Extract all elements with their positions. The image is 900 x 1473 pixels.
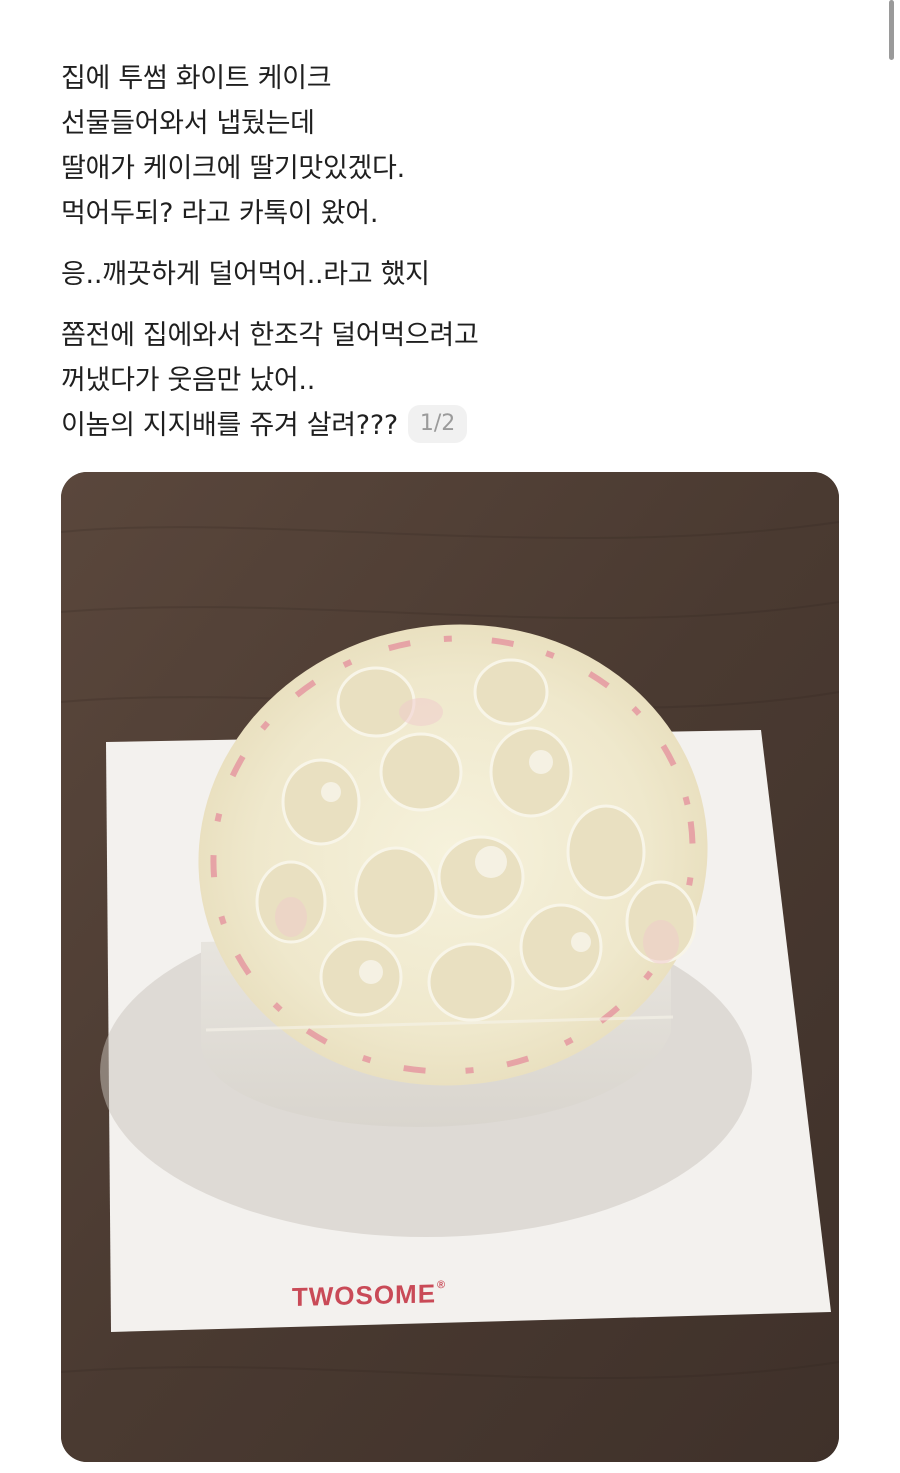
paragraph-1: 집에 투썸 화이트 케이크 선물들어와서 냅뒀는데 딸애가 케이크에 딸기맛있겠… xyxy=(61,56,841,236)
text-line: 응..깨끗하게 덜어먹어..라고 했지 xyxy=(61,259,430,290)
text-line: 딸애가 케이크에 딸기맛있겠다. xyxy=(61,153,405,184)
text-line: 선물들어와서 냅뒀는데 xyxy=(61,108,315,139)
text-line: 꺼냈다가 웃음만 났어.. xyxy=(61,365,315,396)
image-counter-badge: 1/2 xyxy=(407,404,468,443)
text-line: 집에 투썸 화이트 케이크 xyxy=(61,63,332,94)
text-line-with-counter: 이놈의 지지배를 쥬겨 살려??? 1/2 xyxy=(61,403,841,448)
paragraph-2: 응..깨끗하게 덜어먹어..라고 했지 xyxy=(61,252,841,297)
cake-photo[interactable]: TWOSOME® xyxy=(61,472,839,1462)
paragraph-3: 쫌전에 집에와서 한조각 덜어먹으려고 꺼냈다가 웃음만 났어.. 이놈의 지지… xyxy=(61,313,841,448)
scrollbar-thumb[interactable] xyxy=(889,0,894,60)
text-line: 이놈의 지지배를 쥬겨 살려??? xyxy=(61,410,398,441)
text-line: 쫌전에 집에와서 한조각 덜어먹으려고 xyxy=(61,320,479,351)
post-body: 집에 투썸 화이트 케이크 선물들어와서 냅뒀는데 딸애가 케이크에 딸기맛있겠… xyxy=(61,56,841,464)
text-line: 먹어두되? 라고 카톡이 왔어. xyxy=(61,198,379,229)
